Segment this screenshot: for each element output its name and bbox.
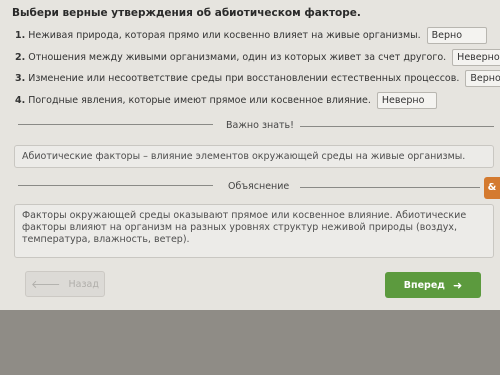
side-tab[interactable]: & [484, 177, 500, 199]
answer-dropdown[interactable]: Неверно [376, 92, 437, 109]
statement-number: 2. [15, 52, 26, 63]
statement-number: 4. [15, 95, 26, 106]
divider [18, 185, 213, 186]
divider [300, 187, 480, 188]
back-button[interactable]: 🡐 Назад [25, 271, 105, 297]
statement-1: 1. Неживая природа, которая прямо или ко… [15, 27, 487, 44]
important-box: Абиотические факторы – влияние элементов… [14, 145, 494, 168]
explanation-box: Факторы окружающей среды оказывают прямо… [14, 204, 494, 258]
statement-4: 4. Погодные явления, которые имеют прямо… [15, 92, 437, 109]
statement-text: Погодные явления, которые имеют прямое и… [28, 95, 371, 106]
statement-text: Неживая природа, которая прямо или косве… [28, 30, 421, 41]
divider [300, 126, 494, 127]
statement-text: Отношения между живыми организмами, один… [28, 52, 447, 63]
statement-text: Изменение или несоответствие среды при в… [28, 73, 460, 84]
statement-number: 1. [15, 30, 26, 41]
next-button-label: Вперед [403, 279, 445, 291]
explanation-label: Объяснение [228, 181, 290, 192]
important-text: Абиотические факторы – влияние элементов… [22, 151, 466, 162]
important-label: Важно знать! [226, 120, 294, 131]
screen: Выбери верные утверждения об абиотическо… [0, 0, 500, 310]
answer-dropdown[interactable]: Верно [426, 27, 487, 44]
arrow-left-icon: 🡐 [31, 278, 61, 291]
statement-number: 3. [15, 73, 26, 84]
explanation-text: Факторы окружающей среды оказывают прямо… [22, 210, 467, 245]
statement-3: 3. Изменение или несоответствие среды пр… [15, 70, 500, 87]
divider [18, 124, 213, 125]
next-button[interactable]: Вперед ➜ [385, 272, 481, 298]
back-button-label: Назад [68, 278, 99, 290]
question-title: Выбери верные утверждения об абиотическо… [12, 7, 361, 19]
arrow-right-icon: ➜ [452, 278, 463, 292]
statement-2: 2. Отношения между живыми организмами, о… [15, 49, 500, 66]
answer-dropdown[interactable]: Неверно [452, 49, 500, 66]
answer-dropdown[interactable]: Верно [465, 70, 500, 87]
